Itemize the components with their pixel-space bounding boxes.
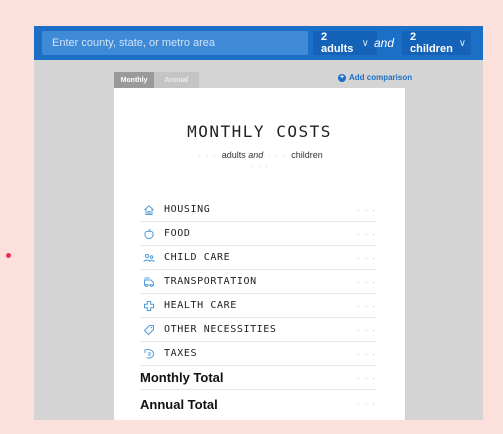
top-bar: 2 adults ∨ and 2 children ∨ <box>34 26 483 60</box>
and-connector: and <box>374 36 395 50</box>
annual-total-row: Annual Total · · · <box>140 392 376 416</box>
chevron-down-icon: ∨ <box>361 37 369 49</box>
location-search-input[interactable] <box>42 31 308 55</box>
cost-value: · · · <box>357 252 376 263</box>
and-word: and <box>248 150 264 160</box>
children-count-placeholder: · · · <box>267 150 287 160</box>
adults-select[interactable]: 2 adults ∨ <box>313 31 377 55</box>
cost-row-child-care: CHILD CARE · · · <box>140 246 376 270</box>
adults-count-placeholder: · · · <box>198 150 218 160</box>
total-label: Annual Total <box>140 396 218 412</box>
adults-word: adults <box>221 150 246 160</box>
cost-label: FOOD <box>164 228 191 239</box>
house-icon <box>140 203 158 217</box>
cost-label: HEALTH CARE <box>164 300 237 311</box>
cost-label: TAXES <box>164 348 198 359</box>
apple-icon <box>140 227 158 241</box>
period-tabs: Monthly Annual <box>114 72 199 88</box>
cost-row-other-necessities: OTHER NECESSITIES · · · <box>140 318 376 342</box>
chevron-down-icon: ∨ <box>458 37 467 49</box>
tag-icon <box>140 323 158 337</box>
add-comparison-button[interactable]: + Add comparison <box>338 73 412 82</box>
cost-label: TRANSPORTATION <box>164 276 257 287</box>
location-placeholder: · · · <box>250 161 269 171</box>
car-icon <box>140 275 158 289</box>
children-word: children <box>291 150 323 160</box>
children-select[interactable]: 2 children ∨ <box>402 31 471 55</box>
cost-row-food: FOOD · · · <box>140 222 376 246</box>
monthly-total-row: Monthly Total · · · <box>140 366 376 390</box>
total-value: · · · <box>357 372 376 383</box>
cost-value: · · · <box>357 300 376 311</box>
indicator-dot <box>6 253 11 258</box>
cost-label: CHILD CARE <box>164 252 231 263</box>
cost-row-housing: HOUSING · · · <box>140 198 376 222</box>
cost-label: OTHER NECESSITIES <box>164 324 277 335</box>
cost-value: · · · <box>357 324 376 335</box>
cost-value: · · · <box>357 228 376 239</box>
health-cross-icon <box>140 299 158 313</box>
cost-row-transportation: TRANSPORTATION · · · <box>140 270 376 294</box>
cost-row-taxes: TAXES · · · <box>140 342 376 366</box>
plus-circle-icon: + <box>338 73 346 82</box>
children-select-label: 2 children <box>410 31 453 55</box>
costs-card: MONTHLY COSTS · · · adults and · · · chi… <box>114 88 405 420</box>
cost-label: HOUSING <box>164 204 211 215</box>
family-summary: · · · adults and · · · children <box>114 150 405 160</box>
add-comparison-label: Add comparison <box>349 73 413 82</box>
calculator-frame: 2 adults ∨ and 2 children ∨ Monthly Annu… <box>34 26 483 420</box>
cost-value: · · · <box>357 204 376 215</box>
total-label: Monthly Total <box>140 370 224 385</box>
receipt-icon <box>140 347 158 361</box>
tab-monthly[interactable]: Monthly <box>114 72 154 88</box>
cost-value: · · · <box>357 348 376 359</box>
adults-select-label: 2 adults <box>321 31 354 55</box>
people-icon <box>140 251 158 265</box>
tab-annual[interactable]: Annual <box>154 72 199 88</box>
card-title: MONTHLY COSTS <box>187 122 332 141</box>
total-value: · · · <box>357 399 376 409</box>
cost-row-health-care: HEALTH CARE · · · <box>140 294 376 318</box>
cost-value: · · · <box>357 276 376 287</box>
